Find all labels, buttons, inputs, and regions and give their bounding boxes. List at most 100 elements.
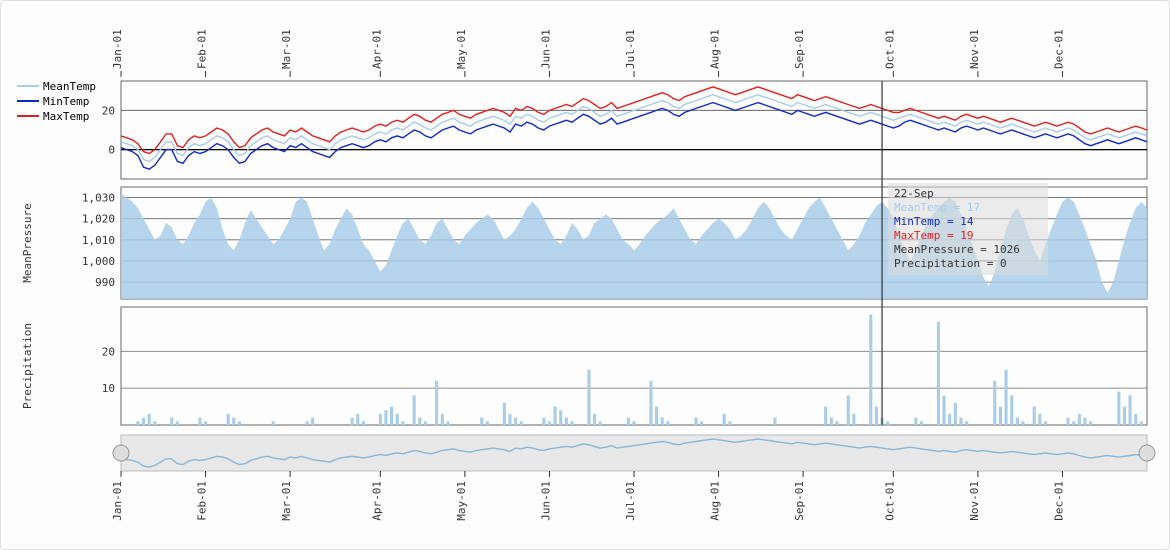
precip-bar	[384, 410, 387, 425]
precip-bar	[847, 396, 850, 426]
top-tick-label: Feb-01	[196, 29, 209, 69]
precip-bar	[570, 421, 573, 425]
precip-bar	[920, 421, 923, 425]
top-tick-label: Mar-01	[280, 29, 293, 69]
precip-bar	[565, 418, 568, 425]
precip-bar	[356, 414, 359, 425]
bottom-tick-label: Nov-01	[968, 481, 981, 521]
precip-bar	[661, 418, 664, 425]
precip-bar	[554, 407, 557, 425]
precip-bar	[351, 418, 354, 425]
precip-bar	[559, 410, 562, 425]
precip-bar	[362, 421, 365, 425]
precip-bar	[306, 421, 309, 425]
precip-bar	[435, 381, 438, 425]
tooltip-line: MeanTemp = 17	[894, 201, 980, 214]
precip-bar	[1005, 370, 1008, 425]
brush-handle-right[interactable]	[1139, 445, 1155, 461]
precip-bar	[937, 322, 940, 425]
precip-bar	[424, 421, 427, 425]
temp-ytick: 0	[108, 144, 115, 157]
precip-bar	[824, 407, 827, 425]
precip-bar	[723, 414, 726, 425]
temp-series-MinTemp	[121, 103, 1147, 170]
legend-label: MeanTemp	[43, 80, 96, 93]
precip-bar	[869, 314, 872, 425]
bottom-tick-label: Apr-01	[370, 481, 383, 521]
precip-bar	[954, 403, 957, 425]
precip-bar	[390, 407, 393, 425]
tooltip-line: MeanPressure = 1026	[894, 243, 1020, 256]
precip-panel-border	[121, 307, 1147, 425]
precip-bar	[943, 396, 946, 426]
precip-bar	[852, 414, 855, 425]
precip-bar	[627, 418, 630, 425]
pressure-ytick: 1,000	[82, 255, 115, 268]
precip-bar	[176, 421, 179, 425]
precip-bar	[1072, 421, 1075, 425]
pressure-ytick: 1,020	[82, 213, 115, 226]
precip-bar	[830, 418, 833, 425]
precip-bar	[1083, 418, 1086, 425]
temp-series-MeanTemp	[121, 95, 1147, 162]
precip-bar	[1129, 396, 1132, 426]
top-tick-label: Aug-01	[709, 29, 722, 69]
precip-bar	[227, 414, 230, 425]
precip-bar	[993, 381, 996, 425]
precip-bar	[1134, 414, 1137, 425]
temp-series-MaxTemp	[121, 87, 1147, 154]
chart-frame: Jan-01Feb-01Mar-01Apr-01May-01Jun-01Jul-…	[0, 0, 1170, 550]
precip-bar	[148, 414, 151, 425]
precip-bar	[198, 418, 201, 425]
precip-bar	[959, 418, 962, 425]
top-tick-label: Sep-01	[793, 29, 806, 69]
tooltip-date: 22-Sep	[894, 187, 934, 200]
pressure-ytick: 990	[95, 276, 115, 289]
precip-bar	[914, 418, 917, 425]
precip-ytick: 10	[102, 382, 115, 395]
precip-bar	[1078, 414, 1081, 425]
precip-bar	[379, 414, 382, 425]
precip-bar	[232, 418, 235, 425]
bottom-tick-label: Jun-01	[539, 481, 552, 521]
precip-bar	[587, 370, 590, 425]
precip-bar	[486, 421, 489, 425]
precip-bar	[1038, 414, 1041, 425]
precip-bar	[1140, 421, 1143, 425]
precip-bar	[508, 414, 511, 425]
precip-bar	[401, 421, 404, 425]
bottom-tick-label: Jul-01	[624, 481, 637, 521]
top-x-axis: Jan-01Feb-01Mar-01Apr-01May-01Jun-01Jul-…	[111, 29, 1065, 77]
legend-label: MinTemp	[43, 95, 89, 108]
precip-bar	[520, 421, 523, 425]
bottom-tick-label: May-01	[455, 481, 468, 521]
bottom-tick-label: Feb-01	[196, 481, 209, 521]
precip-bar	[272, 421, 275, 425]
bottom-tick-label: Aug-01	[709, 481, 722, 521]
multi-panel-chart: Jan-01Feb-01Mar-01Apr-01May-01Jun-01Jul-…	[9, 9, 1161, 543]
top-tick-label: Jun-01	[539, 29, 552, 69]
precip-bar	[649, 381, 652, 425]
precip-bar	[1044, 421, 1047, 425]
precip-bar	[142, 418, 145, 425]
precip-bar	[480, 418, 483, 425]
top-tick-label: May-01	[455, 29, 468, 69]
precip-bar	[170, 418, 173, 425]
bottom-tick-label: Mar-01	[280, 481, 293, 521]
precip-bar	[965, 421, 968, 425]
precip-bar	[593, 414, 596, 425]
top-tick-label: Jul-01	[624, 29, 637, 69]
brush-handle-left[interactable]	[113, 445, 129, 461]
pressure-axis-title: MeanPressure	[21, 203, 34, 282]
precip-bar	[418, 418, 421, 425]
precip-bar	[1067, 418, 1070, 425]
precip-bar	[1016, 418, 1019, 425]
pressure-ytick: 1,010	[82, 234, 115, 247]
overview-panel[interactable]	[121, 435, 1147, 471]
precip-bar	[441, 414, 444, 425]
pressure-ytick: 1,030	[82, 192, 115, 205]
precip-bar	[700, 421, 703, 425]
bottom-tick-label: Sep-01	[793, 481, 806, 521]
precip-bar	[396, 414, 399, 425]
precip-bar	[1123, 407, 1126, 425]
